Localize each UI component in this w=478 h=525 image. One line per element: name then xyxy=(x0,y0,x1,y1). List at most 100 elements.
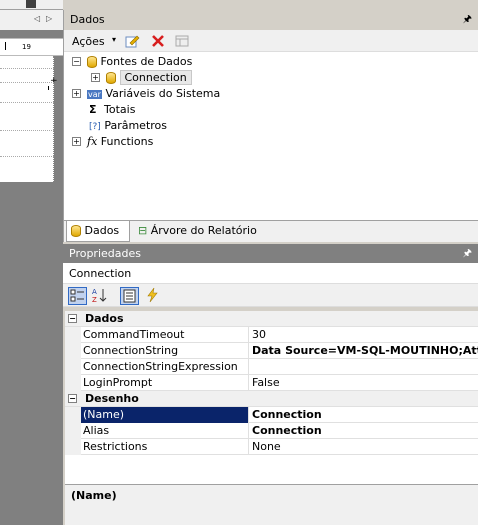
tree-item-label: Parâmetros xyxy=(104,119,167,132)
database-icon xyxy=(87,56,97,68)
tree-item-label: Variáveis do Sistema xyxy=(105,87,221,100)
property-value[interactable]: Connection xyxy=(250,407,478,423)
data-panel-title: Dados xyxy=(70,13,105,26)
tab-dados[interactable]: Dados xyxy=(66,221,130,242)
tree-item-data-sources[interactable]: − Fontes de Dados xyxy=(72,54,192,70)
scroll-right-icon[interactable]: ▷ xyxy=(46,14,52,23)
pin-icon[interactable]: 🖈 xyxy=(463,12,472,29)
data-tree: − Fontes de Dados + Connection + var Var… xyxy=(64,52,478,212)
sigma-icon: Σ xyxy=(89,103,97,116)
tree-item-parameters[interactable]: [?] Parâmetros xyxy=(89,118,167,134)
dropdown-arrow-icon[interactable] xyxy=(26,0,36,8)
svg-text:Z: Z xyxy=(92,296,97,303)
property-name: CommandTimeout xyxy=(81,327,249,343)
property-value[interactable] xyxy=(250,359,478,375)
report-designer-area: ◁ ▷ 19 + xyxy=(0,0,63,525)
property-value[interactable]: False xyxy=(250,375,478,391)
tree-item-system-variables[interactable]: + var Variáveis do Sistema xyxy=(72,86,220,102)
tab-label: Dados xyxy=(84,224,120,237)
band-line xyxy=(0,82,54,83)
property-name: LoginPrompt xyxy=(81,375,249,391)
property-row[interactable]: ConnectionStringExpression xyxy=(65,359,478,375)
ruler: 19 xyxy=(0,38,63,56)
tab-report-tree[interactable]: ⊟ Árvore do Relatório xyxy=(134,221,261,242)
property-row[interactable]: CommandTimeout 30 xyxy=(65,327,478,343)
tab-label: Árvore do Relatório xyxy=(150,224,257,237)
data-toolbar: Ações ▾ xyxy=(64,30,478,52)
parameter-icon: [?] xyxy=(89,122,101,132)
selected-object-name[interactable]: Connection xyxy=(63,263,478,283)
scroll-left-icon[interactable]: ◁ xyxy=(34,14,40,23)
report-page[interactable]: + xyxy=(0,56,58,182)
properties-panel-title: Propriedades xyxy=(69,247,141,260)
row-gutter xyxy=(65,327,81,343)
tree-item-functions[interactable]: + fx Functions xyxy=(72,134,153,150)
chevron-down-icon[interactable]: ▾ xyxy=(112,35,116,44)
delete-icon[interactable] xyxy=(150,33,166,49)
band-line xyxy=(0,156,54,157)
tree-item-label: Connection xyxy=(119,70,192,85)
property-grid: − Dados CommandTimeout 30 ConnectionStri… xyxy=(65,311,478,455)
svg-text:A: A xyxy=(92,288,97,296)
tree-item-connection[interactable]: + Connection xyxy=(91,70,192,86)
property-grid-empty xyxy=(65,455,478,484)
band-line xyxy=(0,102,54,103)
ruler-marker xyxy=(5,42,6,50)
events-lightning-icon[interactable] xyxy=(144,287,163,305)
tree-icon: ⊟ xyxy=(138,224,148,237)
data-panel: Dados 🖈 Ações ▾ − Fontes de Dados + Conn… xyxy=(63,10,478,242)
band-line xyxy=(0,68,54,69)
expand-icon[interactable]: + xyxy=(91,73,100,82)
data-panel-tabs: Dados ⊟ Árvore do Relatório xyxy=(64,220,478,242)
row-gutter xyxy=(65,407,81,423)
tree-item-totals[interactable]: Σ Totais xyxy=(89,102,135,118)
left-top-bar xyxy=(0,0,63,10)
properties-grid-icon[interactable] xyxy=(174,33,190,49)
property-value[interactable]: 30 xyxy=(250,327,478,343)
edit-icon[interactable] xyxy=(124,33,140,49)
property-name: ConnectionString xyxy=(81,343,249,359)
property-name: Restrictions xyxy=(81,439,249,455)
row-gutter xyxy=(65,343,81,359)
property-row[interactable]: ConnectionString Data Source=VM-SQL-MOUT… xyxy=(65,343,478,359)
collapse-icon[interactable]: − xyxy=(72,57,81,66)
alphabetical-sort-icon[interactable]: AZ xyxy=(91,287,110,305)
row-gutter xyxy=(65,423,81,439)
property-row[interactable]: Alias Connection xyxy=(65,423,478,439)
property-row-selected[interactable]: (Name) Connection xyxy=(65,407,478,423)
tree-item-label: Fontes de Dados xyxy=(100,55,193,68)
properties-toolbar: AZ xyxy=(63,283,478,307)
property-value[interactable]: Connection xyxy=(250,423,478,439)
property-value[interactable]: Data Source=VM-SQL-MOUTINHO;Attach xyxy=(250,343,478,359)
band-line xyxy=(0,130,54,131)
data-panel-header: Dados 🖈 xyxy=(64,10,478,30)
property-row[interactable]: Restrictions None xyxy=(65,439,478,455)
property-name: (Name) xyxy=(81,407,249,423)
tree-item-label: Functions xyxy=(100,135,154,148)
property-name: ConnectionStringExpression xyxy=(81,359,249,375)
ruler-number: 19 xyxy=(22,43,31,51)
collapse-icon[interactable]: − xyxy=(68,394,77,403)
property-name: Alias xyxy=(81,423,249,439)
expand-icon[interactable]: + xyxy=(72,137,81,146)
categorized-icon[interactable] xyxy=(68,287,87,305)
property-row[interactable]: LoginPrompt False xyxy=(65,375,478,391)
properties-icon[interactable] xyxy=(120,287,139,305)
category-label: Dados xyxy=(85,312,124,325)
tick-mark xyxy=(48,86,49,90)
function-icon: fx xyxy=(87,135,98,148)
properties-panel: Propriedades 🖈 Connection AZ − Dados Com… xyxy=(63,244,478,525)
category-desenho[interactable]: − Desenho xyxy=(65,391,478,407)
property-value[interactable]: None xyxy=(250,439,478,455)
pin-icon[interactable]: 🖈 xyxy=(463,246,472,263)
category-dados[interactable]: − Dados xyxy=(65,311,478,327)
plus-icon: + xyxy=(50,76,58,86)
database-icon xyxy=(71,225,81,237)
actions-menu-button[interactable]: Ações xyxy=(72,35,105,48)
row-gutter xyxy=(65,359,81,375)
variable-icon: var xyxy=(87,90,102,99)
expand-icon[interactable]: + xyxy=(72,89,81,98)
properties-panel-header: Propriedades 🖈 xyxy=(63,244,478,263)
category-label: Desenho xyxy=(85,392,139,405)
collapse-icon[interactable]: − xyxy=(68,314,77,323)
